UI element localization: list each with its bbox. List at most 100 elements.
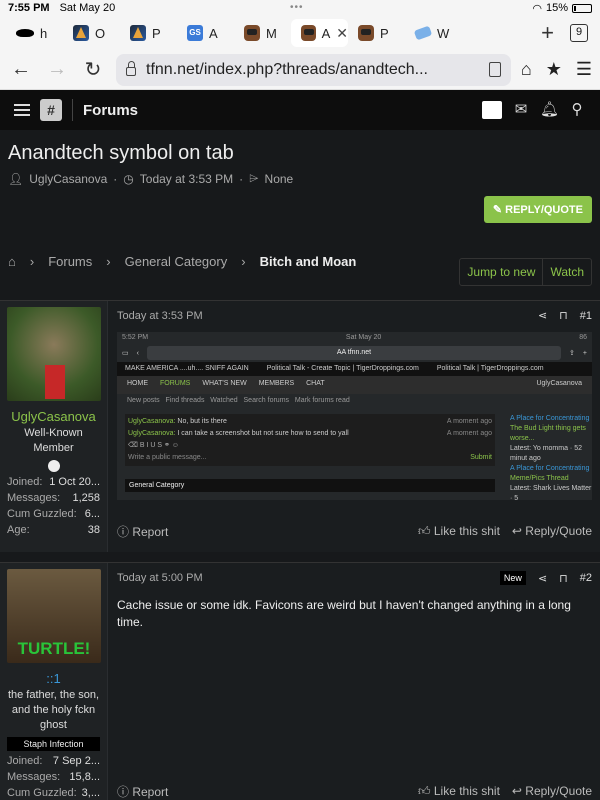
search-icon[interactable]: ⚲: [568, 101, 586, 119]
new-badge: New: [499, 571, 526, 585]
share-icon: ⇪: [569, 350, 575, 357]
shot-user: UglyCasanova: [536, 380, 582, 387]
home-icon[interactable]: ⌂: [521, 59, 532, 80]
browser-tab[interactable]: h: [6, 19, 63, 47]
back-arrow-icon[interactable]: ←: [8, 58, 34, 81]
menu-icon[interactable]: ☰: [576, 59, 592, 80]
post-number[interactable]: #1: [580, 310, 592, 322]
battery-percent: 15%: [545, 2, 568, 14]
reply-label: Reply/Quote: [525, 524, 592, 538]
post: TURTLE! ::1 the father, the son, and the…: [0, 562, 600, 800]
reply-button[interactable]: ↩ Reply/Quote: [512, 524, 592, 539]
side-line: The Bud Light thing gets worse...: [510, 425, 586, 442]
thread-time[interactable]: Today at 3:53 PM: [140, 172, 233, 186]
username-link[interactable]: UglyCasanova: [7, 409, 100, 424]
tab-title: M: [266, 25, 277, 41]
shot-section-header: General Category: [125, 479, 495, 492]
jump-to-new-button[interactable]: Jump to new: [460, 259, 542, 285]
browser-tab[interactable]: GS A: [177, 19, 234, 47]
breadcrumb-bitch-and-moan[interactable]: Bitch and Moan: [260, 254, 357, 269]
breadcrumb: ⌂ › Forums › General Category › Bitch an…: [8, 254, 356, 269]
plus-icon: +: [582, 349, 587, 357]
stat-label: Messages:: [7, 771, 61, 783]
status-time: 7:55 PM: [8, 2, 50, 14]
reply-quote-label: REPLY/QUOTE: [505, 204, 583, 216]
report-link[interactable]: ⓘ Report: [117, 523, 168, 540]
domo-favicon-icon: [244, 25, 260, 41]
browser-tab[interactable]: O: [63, 19, 120, 47]
report-label: Report: [132, 525, 169, 539]
user-title: Well-Known Member: [24, 427, 83, 454]
browser-tab[interactable]: P: [120, 19, 177, 47]
reply-quote-button[interactable]: ✎ REPLY/QUOTE: [483, 196, 592, 223]
forward-arrow-icon[interactable]: →: [44, 58, 70, 81]
shot-address: AA tfnn.net: [146, 346, 562, 360]
shot-subnav: Search forums: [243, 397, 290, 404]
new-tab-plus-icon[interactable]: +: [541, 20, 554, 46]
like-button[interactable]: 👍︎ Like this shit: [418, 784, 500, 799]
browser-tab[interactable]: W: [405, 19, 462, 47]
forums-nav-link[interactable]: Forums: [83, 102, 138, 119]
stat-label: Age:: [7, 524, 30, 536]
browser-tab[interactable]: M: [234, 19, 291, 47]
bookmark-star-icon[interactable]: ★: [546, 59, 562, 80]
home-icon[interactable]: ⌂: [8, 254, 16, 269]
shot-subnav: Mark forums read: [294, 397, 350, 404]
shot-battery: 86: [579, 334, 587, 341]
share-icon[interactable]: ⋖: [538, 572, 547, 585]
envelope-icon[interactable]: ✉: [512, 101, 530, 119]
stat-label: Joined:: [7, 755, 43, 767]
shot-tab: Political Talk - Create Topic | TigerDro…: [266, 365, 419, 372]
breadcrumb-general-category[interactable]: General Category: [125, 254, 228, 269]
tab-title: W: [437, 25, 450, 41]
shot-address-prefix: AA: [336, 349, 346, 356]
tab-title: O: [95, 25, 106, 41]
post-time[interactable]: Today at 5:00 PM: [117, 572, 203, 584]
reload-icon[interactable]: ↻: [80, 57, 106, 82]
thread-tags: None: [264, 171, 294, 186]
tab-title: P: [380, 25, 389, 41]
battery-icon: [572, 3, 592, 13]
tab-count-button[interactable]: 9: [570, 24, 588, 42]
avatar[interactable]: [7, 307, 101, 401]
attached-screenshot[interactable]: 5:52 PM Sat May 20 86 ▭ ‹ AA tfnn.net ⇪ + MAKE…: [117, 332, 592, 500]
watch-button[interactable]: Watch: [542, 259, 591, 285]
lock-icon: [126, 61, 136, 76]
bookmark-icon[interactable]: ⊓: [559, 572, 568, 585]
user-stats: Joined: 7 Sep 2... Messages: 15,8... Cum G…: [7, 755, 100, 799]
browser-tab-bar: h O P GS A M A ✕ P W + 9: [0, 16, 600, 50]
stat-value: 38: [87, 524, 100, 536]
browser-tab-active[interactable]: A ✕: [291, 19, 348, 47]
retired-badge-icon[interactable]: [482, 101, 502, 119]
multitask-dots-icon[interactable]: •••: [290, 2, 304, 13]
post-number[interactable]: #2: [580, 572, 592, 584]
browser-tab[interactable]: P: [348, 19, 405, 47]
hamburger-menu-icon[interactable]: [14, 104, 30, 116]
reply-button[interactable]: ↩ Reply/Quote: [512, 784, 592, 799]
bell-icon[interactable]: 🔔︎: [540, 101, 559, 119]
username-link[interactable]: ::1: [7, 671, 100, 686]
post-footer: ⓘ Report 👍︎ Like this shit ↩ Reply/Quote: [117, 783, 592, 800]
shot-subnav: Find threads: [165, 397, 205, 404]
tag-icon: ⌲: [249, 171, 259, 185]
close-tab-icon[interactable]: ✕: [336, 25, 348, 42]
user-badge-icon: [47, 460, 60, 472]
side-line: Meme/Pics Thread: [510, 475, 569, 482]
like-button[interactable]: 👍︎ Like this shit: [418, 524, 500, 539]
shot-nav: HOME: [127, 380, 148, 387]
avatar[interactable]: TURTLE!: [7, 569, 101, 663]
shot-subnav: New posts: [127, 397, 160, 404]
address-field[interactable]: tfnn.net/index.php?threads/anandtech...: [116, 53, 511, 86]
post-time[interactable]: Today at 3:53 PM: [117, 310, 203, 322]
thread-author-link[interactable]: UglyCasanova: [29, 172, 107, 186]
share-icon[interactable]: ⋖: [538, 309, 547, 322]
report-link[interactable]: ⓘ Report: [117, 783, 168, 800]
breadcrumb-forums[interactable]: Forums: [48, 254, 92, 269]
stat-value: 15,8...: [69, 771, 100, 783]
stat-value: 7 Sep 2...: [52, 755, 100, 767]
side-line: Latest: Yo momma · 52 minut ago: [510, 445, 582, 462]
domo-favicon-icon: [301, 25, 316, 41]
site-logo-icon[interactable]: #: [40, 99, 62, 121]
reader-mode-icon[interactable]: [488, 62, 501, 77]
bookmark-icon[interactable]: ⊓: [559, 309, 568, 322]
